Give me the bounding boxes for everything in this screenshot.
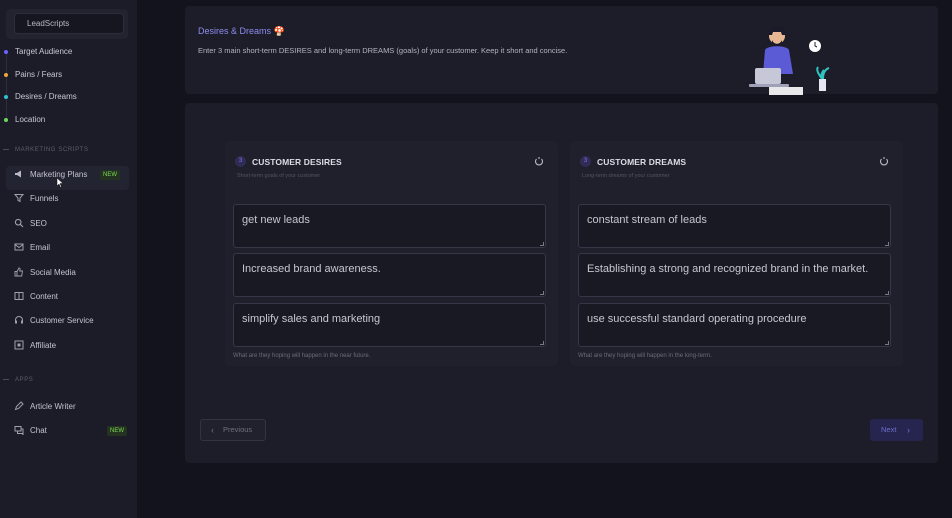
step-label: Location xyxy=(15,114,46,124)
panel-subtitle: Long-term dreams of your customer xyxy=(582,173,670,179)
step-desires-dreams[interactable]: Desires / Dreams xyxy=(0,89,137,112)
desire-input-1[interactable]: get new leads xyxy=(233,204,546,248)
search-icon xyxy=(13,218,25,230)
nav-label: Affiliate xyxy=(30,340,57,350)
chevron-left-icon: ‹ xyxy=(211,425,214,435)
affiliate-icon xyxy=(13,340,25,352)
previous-button[interactable]: ‹ Previous xyxy=(200,419,266,441)
marketing-nav: Marketing Plans NEW Funnels SEO Email So… xyxy=(0,166,137,361)
section-dash xyxy=(3,148,9,150)
sidebar: LeadScripts Target Audience Pains / Fear… xyxy=(0,0,137,518)
step-dot-icon xyxy=(4,50,8,54)
chat-icon xyxy=(13,425,25,437)
resize-grip-icon[interactable] xyxy=(540,291,544,295)
chevron-right-icon: › xyxy=(907,425,910,435)
main-form-card: 3 CUSTOMER DESIRES Short-term goals of y… xyxy=(185,103,938,463)
panel-helper-text: What are they hoping will happen in the … xyxy=(233,353,371,359)
field-value: Increased brand awareness. xyxy=(242,263,381,275)
nav-item-customer-service[interactable]: Customer Service xyxy=(0,312,137,336)
page-title: Desires & Dreams 🍄 xyxy=(198,26,285,36)
section-label-text: APPS xyxy=(15,377,34,383)
pen-icon xyxy=(13,401,25,413)
dream-input-3[interactable]: use successful standard operating proced… xyxy=(578,303,891,347)
reset-icon[interactable] xyxy=(879,156,889,166)
resize-grip-icon[interactable] xyxy=(885,341,889,345)
next-label: Next xyxy=(881,425,897,434)
mail-icon xyxy=(13,242,25,254)
next-button[interactable]: Next › xyxy=(870,419,923,441)
app-name: LeadScripts xyxy=(14,13,124,34)
nav-label: Customer Service xyxy=(30,316,94,326)
count-badge: 3 xyxy=(580,156,591,167)
count-badge: 3 xyxy=(235,156,246,167)
reset-icon[interactable] xyxy=(534,156,544,166)
dream-input-1[interactable]: constant stream of leads xyxy=(578,204,891,248)
resize-grip-icon[interactable] xyxy=(885,291,889,295)
nav-item-article-writer[interactable]: Article Writer xyxy=(0,398,137,422)
nav-item-social-media[interactable]: Social Media xyxy=(0,264,137,288)
thumbs-up-icon xyxy=(13,267,25,279)
step-label: Target Audience xyxy=(15,47,73,56)
nav-label: Article Writer xyxy=(30,402,76,411)
dream-input-2[interactable]: Establishing a strong and recognized bra… xyxy=(578,253,891,297)
panel-title: CUSTOMER DREAMS xyxy=(597,157,687,167)
step-dot-icon xyxy=(4,117,8,122)
page-description: Enter 3 main short-term DESIRES and long… xyxy=(198,46,568,55)
funnel-icon xyxy=(13,193,25,205)
nav-item-content[interactable]: Content xyxy=(0,288,137,312)
app-switcher[interactable]: LeadScripts xyxy=(6,9,128,39)
mouse-cursor-icon xyxy=(56,178,64,188)
nav-item-email[interactable]: Email xyxy=(0,239,137,263)
step-dot-icon xyxy=(4,95,8,99)
step-label: Pains / Fears xyxy=(15,69,63,79)
book-icon xyxy=(13,291,25,303)
step-header-card: Desires & Dreams 🍄 Enter 3 main short-te… xyxy=(185,6,938,95)
nav-item-marketing-plans[interactable]: Marketing Plans NEW xyxy=(6,166,129,191)
headset-icon xyxy=(13,315,25,327)
step-label: Desires / Dreams xyxy=(15,92,77,101)
desire-input-2[interactable]: Increased brand awareness. xyxy=(233,253,546,297)
nav-item-chat[interactable]: Chat NEW xyxy=(0,422,137,446)
field-value: Establishing a strong and recognized bra… xyxy=(587,263,869,275)
nav-label: SEO xyxy=(30,218,47,228)
step-location[interactable]: Location xyxy=(0,112,137,135)
new-badge: NEW xyxy=(100,170,120,180)
field-value: use successful standard operating proced… xyxy=(587,313,807,325)
panel-helper-text: What are they hoping will happen in the … xyxy=(578,353,712,359)
person-laptop-illustration xyxy=(749,25,830,95)
nav-label: Chat xyxy=(30,426,47,436)
panel-title: CUSTOMER DESIRES xyxy=(252,157,342,167)
field-value: simplify sales and marketing xyxy=(242,313,381,325)
desires-panel: 3 CUSTOMER DESIRES Short-term goals of y… xyxy=(225,141,558,366)
section-label-apps: APPS xyxy=(0,377,33,383)
nav-label: Content xyxy=(30,291,59,301)
section-label-marketing: MARKETING SCRIPTS xyxy=(0,147,89,153)
resize-grip-icon[interactable] xyxy=(540,341,544,345)
section-dash xyxy=(3,378,9,380)
nav-item-seo[interactable]: SEO xyxy=(0,215,137,239)
nav-label: Funnels xyxy=(30,194,59,204)
step-list: Target Audience Pains / Fears Desires / … xyxy=(0,44,137,134)
resize-grip-icon[interactable] xyxy=(885,242,889,246)
dreams-panel: 3 CUSTOMER DREAMS Long-term dreams of yo… xyxy=(570,141,903,366)
panel-subtitle: Short-term goals of your customer xyxy=(237,173,321,179)
section-label-text: MARKETING SCRIPTS xyxy=(15,147,89,153)
step-target-audience[interactable]: Target Audience xyxy=(0,44,137,67)
nav-item-funnels[interactable]: Funnels xyxy=(0,190,137,214)
field-value: constant stream of leads xyxy=(587,214,707,226)
step-pains-fears[interactable]: Pains / Fears xyxy=(0,67,137,90)
step-dot-icon xyxy=(4,72,8,77)
new-badge: NEW xyxy=(107,426,127,437)
nav-item-affiliate[interactable]: Affiliate xyxy=(0,337,137,361)
nav-label: Social Media xyxy=(30,267,76,277)
megaphone-icon xyxy=(13,169,25,181)
field-value: get new leads xyxy=(242,214,310,226)
resize-grip-icon[interactable] xyxy=(540,242,544,246)
apps-nav: Article Writer Chat NEW xyxy=(0,398,137,447)
nav-label: Email xyxy=(30,243,51,253)
desire-input-3[interactable]: simplify sales and marketing xyxy=(233,303,546,347)
previous-label: Previous xyxy=(223,425,253,434)
